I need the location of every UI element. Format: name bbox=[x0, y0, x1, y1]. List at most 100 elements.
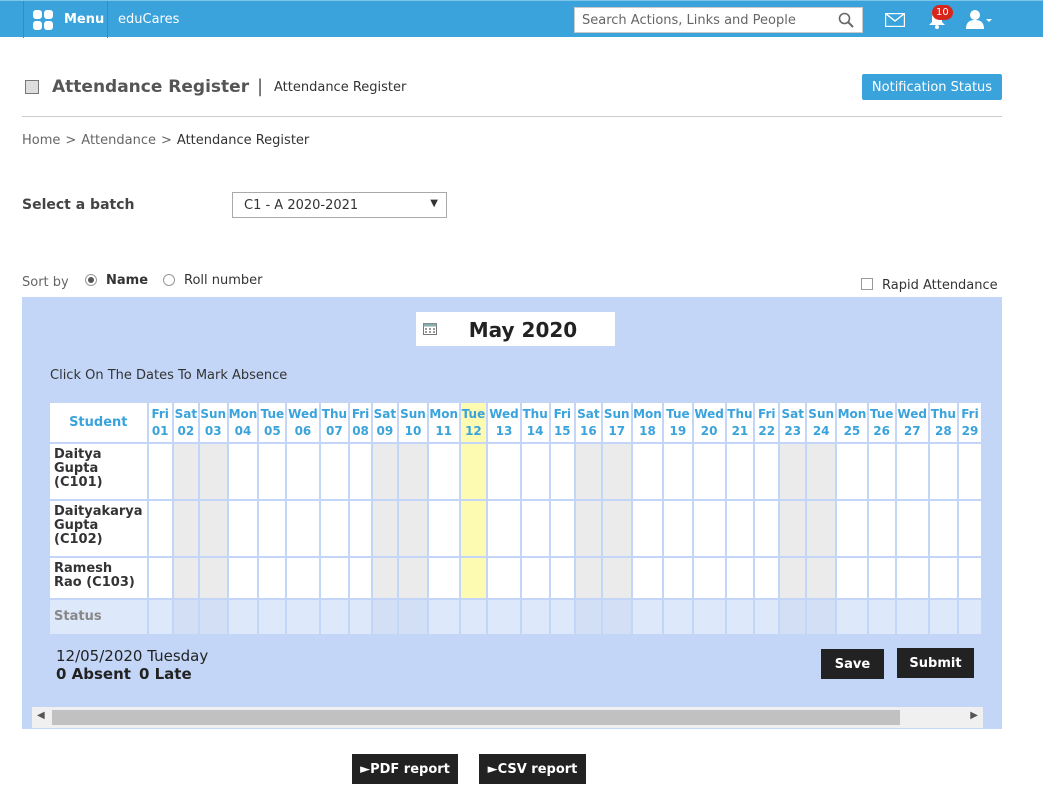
attendance-cell[interactable] bbox=[835, 442, 869, 501]
attendance-cell[interactable] bbox=[753, 442, 781, 501]
attendance-cell[interactable] bbox=[548, 499, 576, 558]
attendance-cell[interactable] bbox=[426, 499, 461, 558]
attendance-cell[interactable] bbox=[630, 442, 665, 501]
attendance-cell[interactable] bbox=[426, 442, 461, 501]
attendance-cell[interactable] bbox=[573, 442, 603, 501]
attendance-cell[interactable] bbox=[396, 556, 429, 600]
attendance-cell[interactable] bbox=[226, 442, 260, 501]
attendance-cell[interactable] bbox=[805, 499, 838, 558]
attendance-cell[interactable] bbox=[573, 556, 603, 600]
attendance-cell[interactable] bbox=[458, 556, 489, 600]
attendance-cell[interactable] bbox=[691, 499, 727, 558]
attendance-cell[interactable] bbox=[866, 442, 897, 501]
attendance-cell[interactable] bbox=[370, 499, 399, 558]
day-header[interactable]: Thu 21 bbox=[724, 401, 756, 444]
attendance-cell[interactable] bbox=[573, 499, 603, 558]
day-header[interactable]: Sun 24 bbox=[805, 401, 838, 444]
breadcrumb-attendance[interactable]: Attendance bbox=[81, 133, 156, 148]
attendance-cell[interactable] bbox=[778, 556, 808, 600]
attendance-cell[interactable] bbox=[146, 556, 174, 600]
attendance-cell[interactable] bbox=[257, 556, 288, 600]
attendance-cell[interactable] bbox=[548, 556, 576, 600]
attendance-cell[interactable] bbox=[197, 442, 229, 501]
attendance-cell[interactable] bbox=[835, 499, 869, 558]
attendance-cell[interactable] bbox=[894, 499, 930, 558]
day-header[interactable]: Tue 05 bbox=[257, 401, 288, 444]
day-header[interactable]: Sun 10 bbox=[396, 401, 429, 444]
day-header[interactable]: Wed 27 bbox=[894, 401, 930, 444]
attendance-cell[interactable] bbox=[778, 442, 808, 501]
day-header[interactable]: Tue 12 bbox=[458, 401, 489, 444]
mail-icon[interactable] bbox=[885, 13, 905, 27]
day-header[interactable]: Fri 22 bbox=[753, 401, 781, 444]
day-header[interactable]: Wed 20 bbox=[691, 401, 727, 444]
attendance-cell[interactable] bbox=[662, 442, 694, 501]
attendance-cell[interactable] bbox=[724, 442, 756, 501]
attendance-cell[interactable] bbox=[318, 499, 351, 558]
attendance-cell[interactable] bbox=[724, 556, 756, 600]
attendance-cell[interactable] bbox=[519, 442, 551, 501]
attendance-cell[interactable] bbox=[927, 556, 959, 600]
scroll-left-icon[interactable]: ◀ bbox=[37, 710, 45, 721]
attendance-cell[interactable] bbox=[171, 442, 200, 501]
day-header[interactable]: Thu 28 bbox=[927, 401, 959, 444]
attendance-cell[interactable] bbox=[486, 556, 522, 600]
attendance-cell[interactable] bbox=[370, 556, 399, 600]
day-header[interactable]: Tue 26 bbox=[866, 401, 897, 444]
attendance-cell[interactable] bbox=[370, 442, 399, 501]
attendance-cell[interactable] bbox=[805, 556, 838, 600]
day-header[interactable]: Mon 11 bbox=[426, 401, 461, 444]
attendance-cell[interactable] bbox=[691, 556, 727, 600]
menu-button[interactable]: Menu bbox=[23, 1, 108, 38]
submit-button[interactable]: Submit bbox=[897, 648, 974, 678]
attendance-cell[interactable] bbox=[226, 556, 260, 600]
attendance-cell[interactable] bbox=[171, 556, 200, 600]
attendance-cell[interactable] bbox=[396, 442, 429, 501]
day-header[interactable]: Mon 04 bbox=[226, 401, 260, 444]
day-header[interactable]: Wed 06 bbox=[285, 401, 321, 444]
attendance-cell[interactable] bbox=[318, 442, 351, 501]
attendance-cell[interactable] bbox=[171, 499, 200, 558]
day-header[interactable]: Fri 29 bbox=[956, 401, 983, 444]
attendance-cell[interactable] bbox=[348, 442, 373, 501]
search-icon[interactable] bbox=[838, 12, 854, 28]
attendance-cell[interactable] bbox=[662, 556, 694, 600]
attendance-cell[interactable] bbox=[458, 499, 489, 558]
attendance-cell[interactable] bbox=[662, 499, 694, 558]
day-header[interactable]: Fri 15 bbox=[548, 401, 576, 444]
attendance-cell[interactable] bbox=[348, 556, 373, 600]
attendance-cell[interactable] bbox=[778, 499, 808, 558]
attendance-cell[interactable] bbox=[835, 556, 869, 600]
day-header[interactable]: Sat 02 bbox=[171, 401, 200, 444]
attendance-cell[interactable] bbox=[630, 499, 665, 558]
month-picker[interactable]: May 2020 bbox=[416, 312, 615, 346]
attendance-cell[interactable] bbox=[927, 442, 959, 501]
notification-status-button[interactable]: Notification Status bbox=[862, 74, 1002, 100]
day-header[interactable]: Mon 18 bbox=[630, 401, 665, 444]
day-header[interactable]: Sun 03 bbox=[197, 401, 229, 444]
attendance-cell[interactable] bbox=[956, 442, 983, 501]
horizontal-scrollbar[interactable]: ◀ ▶ bbox=[32, 707, 983, 728]
attendance-cell[interactable] bbox=[630, 556, 665, 600]
search-input[interactable] bbox=[575, 12, 830, 28]
day-header[interactable]: Sat 23 bbox=[778, 401, 808, 444]
attendance-cell[interactable] bbox=[257, 442, 288, 501]
breadcrumb-home[interactable]: Home bbox=[22, 133, 60, 148]
attendance-cell[interactable] bbox=[146, 499, 174, 558]
day-header[interactable]: Sat 09 bbox=[370, 401, 399, 444]
sort-name-radio[interactable] bbox=[85, 274, 97, 286]
attendance-cell[interactable] bbox=[600, 442, 633, 501]
batch-select[interactable]: C1 - A 2020-2021 ▼ bbox=[232, 192, 447, 218]
day-header[interactable]: Tue 19 bbox=[662, 401, 694, 444]
attendance-cell[interactable] bbox=[146, 442, 174, 501]
day-header[interactable]: Fri 08 bbox=[348, 401, 373, 444]
attendance-cell[interactable] bbox=[197, 499, 229, 558]
attendance-cell[interactable] bbox=[548, 442, 576, 501]
attendance-cell[interactable] bbox=[486, 442, 522, 501]
attendance-cell[interactable] bbox=[318, 556, 351, 600]
scroll-right-icon[interactable]: ▶ bbox=[970, 710, 978, 721]
scrollbar-thumb[interactable] bbox=[52, 710, 900, 725]
attendance-cell[interactable] bbox=[691, 442, 727, 501]
sort-roll-radio[interactable] bbox=[163, 274, 175, 286]
attendance-cell[interactable] bbox=[285, 499, 321, 558]
